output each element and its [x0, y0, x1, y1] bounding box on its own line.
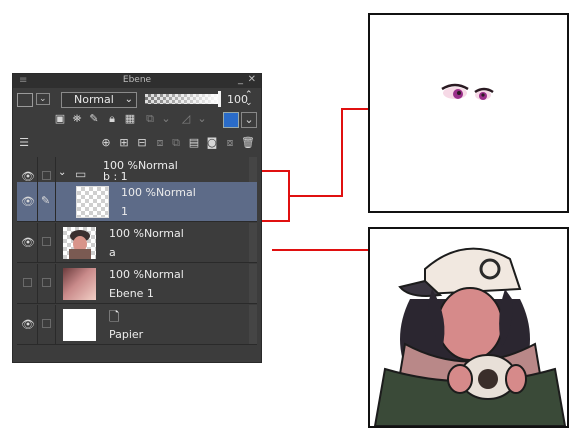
layer-name: 1: [121, 205, 128, 218]
layer-row-a[interactable]: 👁︎ 100 %Normal a: [17, 223, 257, 263]
palette-color-icon[interactable]: [17, 93, 33, 107]
draft-layer-icon[interactable]: ✎: [87, 112, 101, 126]
divider: [55, 223, 56, 262]
chevron-down-icon: ⌄: [124, 94, 133, 105]
blend-row: ⌄ Normal ⌄ 100 ⌃ ⌄: [17, 91, 259, 109]
scroll-track: [249, 305, 257, 344]
lock-checkbox[interactable]: [42, 237, 51, 246]
pen-icon: ✎: [41, 194, 51, 207]
connector-line: [262, 220, 290, 222]
opacity-handle[interactable]: [218, 91, 221, 107]
eye-icon[interactable]: 👁︎: [21, 318, 35, 331]
panel-title: Ebene: [122, 75, 152, 85]
divider: [37, 264, 38, 303]
eye-icon[interactable]: 👁︎: [21, 236, 35, 249]
create-mask-icon[interactable]: ◙: [205, 136, 219, 150]
divider: [55, 305, 56, 344]
opacity-slider[interactable]: [145, 91, 221, 107]
chevron-down-icon[interactable]: ⌄: [195, 112, 209, 126]
layer-opacity-mode: 100 %Normal: [109, 227, 184, 240]
opacity-fill: [145, 94, 221, 104]
panel-titlebar[interactable]: ≡ Ebene _ ✕: [13, 74, 261, 88]
preview-layer-a: [368, 227, 569, 428]
layer-toolbar-top: ▣ ⛯ ✎ 🔒︎ ▦ ⧉ ⌄ ◿ ⌄ ⌄: [13, 112, 263, 130]
lock-checkbox[interactable]: [42, 278, 51, 287]
layer-thumbnail: [76, 186, 109, 218]
scroll-track: [249, 223, 257, 262]
layer-toolbar-bottom: ☰ ⊕ ⊞ ⊟ ⧈ ⧉ ▤ ◙ ⧇ 🗑︎: [13, 136, 263, 154]
close-icon[interactable]: ✕: [248, 74, 256, 85]
apply-mask-icon[interactable]: ⧇: [223, 136, 237, 150]
chevron-down-icon[interactable]: ⌄: [241, 112, 257, 128]
connector-line: [262, 170, 290, 172]
scroll-track: [249, 264, 257, 303]
chevron-down-icon[interactable]: ⌄: [58, 167, 66, 178]
layer-row-paper[interactable]: 👁︎ 🗋︎ Papier: [17, 305, 257, 345]
layer-name: a: [109, 246, 116, 259]
blend-mode-select[interactable]: Normal ⌄: [61, 92, 137, 108]
lock-checkbox[interactable]: [42, 171, 51, 180]
chevron-down-icon[interactable]: ⌄: [36, 93, 50, 105]
connector-line: [272, 249, 369, 251]
layer-name: Papier: [109, 328, 144, 341]
reference-layer-icon[interactable]: ⛯: [70, 112, 84, 126]
minimize-icon[interactable]: _: [238, 74, 243, 85]
blend-mode-value: Normal: [74, 93, 114, 106]
mask-enable-icon[interactable]: ⧉: [143, 112, 157, 126]
lock-transparent-icon[interactable]: ▦: [123, 112, 137, 126]
eye-icon[interactable]: 👁︎: [21, 195, 35, 208]
visibility-checkbox[interactable]: [23, 278, 32, 287]
layer-row-selected[interactable]: 👁︎ ✎ 100 %Normal 1: [17, 182, 257, 222]
layer-row-ebene-1[interactable]: 100 %Normal Ebene 1: [17, 264, 257, 304]
layer-opacity-mode: 100 %Normal: [121, 186, 196, 199]
layer-name: Ebene 1: [109, 287, 154, 300]
divider: [37, 223, 38, 262]
layer-color-icon[interactable]: [223, 112, 239, 128]
layer-thumbnail: [63, 309, 96, 341]
lock-checkbox[interactable]: [42, 319, 51, 328]
layer-thumbnail: [63, 268, 96, 300]
clip-layer-icon[interactable]: ▣: [53, 112, 67, 126]
trash-icon[interactable]: 🗑︎: [241, 136, 255, 150]
new-vector-layer-icon[interactable]: ⊞: [117, 136, 131, 150]
transfer-down-icon[interactable]: ⧈: [153, 136, 167, 150]
preview-layer-1: [368, 13, 569, 213]
opacity-spinner[interactable]: ⌃ ⌄: [245, 91, 253, 108]
divider: [55, 264, 56, 303]
layer-panel: ≡ Ebene _ ✕ ⌄ Normal ⌄ 100 ⌃ ⌄ ▣ ⛯ ✎ 🔒︎ ▦…: [12, 73, 262, 363]
divider: [37, 182, 38, 221]
layer-thumbnail: [63, 227, 96, 259]
folder-icon: ▭: [75, 167, 87, 181]
mask-icon[interactable]: ▤: [187, 136, 201, 150]
ruler-icon[interactable]: ◿: [179, 112, 193, 126]
chevron-down-icon[interactable]: ⌄: [159, 112, 173, 126]
new-folder-icon[interactable]: ⊟: [135, 136, 149, 150]
divider: [37, 305, 38, 344]
combine-down-icon[interactable]: ⧉: [169, 136, 183, 150]
connector-line: [341, 108, 343, 197]
connector-line: [288, 195, 343, 197]
connector-line: [341, 108, 369, 110]
layer-opacity-mode: 100 %Normal: [109, 268, 184, 281]
new-raster-layer-icon[interactable]: ⊕: [99, 136, 113, 150]
layer-property-icon[interactable]: ☰: [17, 136, 31, 150]
page-icon: 🗋︎: [109, 310, 120, 325]
divider: [55, 182, 56, 221]
lock-icon[interactable]: 🔒︎: [105, 112, 119, 126]
